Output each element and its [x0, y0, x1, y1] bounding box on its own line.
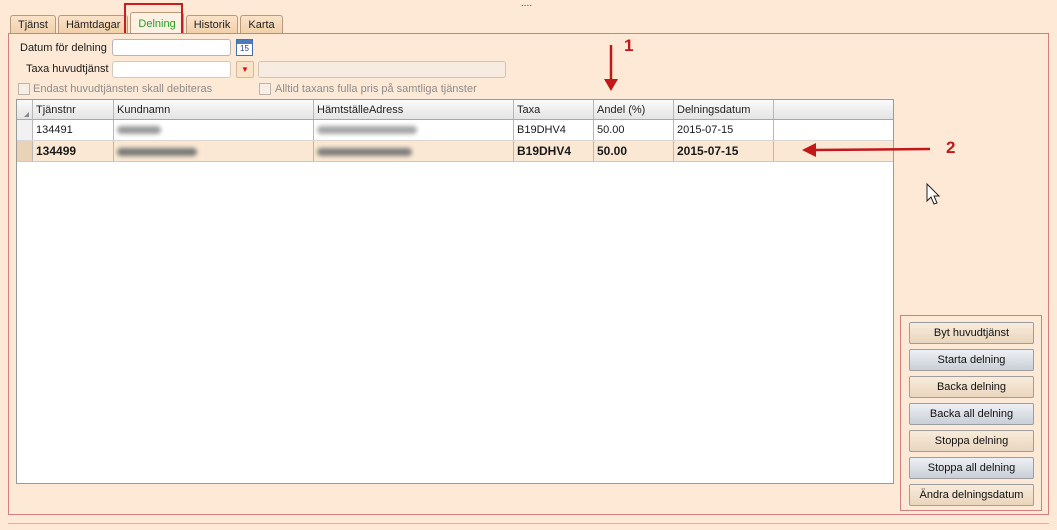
- cell-andel: 50.00: [594, 141, 674, 161]
- table-row[interactable]: 134499 B19DHV4 50.00 2015-07-15: [17, 141, 893, 162]
- window-grip: ....: [521, 0, 533, 9]
- tab-hamtdagar[interactable]: Hämtdagar: [57, 15, 129, 34]
- starta-delning-button[interactable]: Starta delning: [909, 349, 1034, 371]
- grid-header: Tjänstnr Kundnamn HämtställeAdress Taxa …: [17, 100, 893, 120]
- col-kundnamn[interactable]: Kundnamn: [114, 100, 314, 119]
- fulla-pris-checkbox[interactable]: [259, 83, 271, 95]
- cell-delningsdatum: 2015-07-15: [674, 120, 774, 140]
- datum-input[interactable]: [112, 39, 231, 56]
- annotation-number-1: 1: [624, 36, 634, 55]
- tab-delning[interactable]: Delning: [130, 12, 184, 34]
- col-andel[interactable]: Andel (%): [594, 100, 674, 119]
- byt-huvudtjanst-button[interactable]: Byt huvudtjänst: [909, 322, 1034, 344]
- cell-adress-redacted: [314, 120, 514, 140]
- endast-huvudtjanst-label: Endast huvudtjänsten skall debiteras: [33, 83, 213, 95]
- col-taxa[interactable]: Taxa: [514, 100, 594, 119]
- cell-taxa: B19DHV4: [514, 120, 594, 140]
- cell-andel: 50.00: [594, 120, 674, 140]
- col-tjanstnr[interactable]: Tjänstnr: [33, 100, 114, 119]
- tab-bar: Tjänst Hämtdagar Delning Historik Karta: [10, 12, 285, 34]
- stoppa-all-delning-button[interactable]: Stoppa all delning: [909, 457, 1034, 479]
- tab-karta[interactable]: Karta: [240, 15, 283, 34]
- row-header[interactable]: [17, 120, 33, 140]
- tab-historik[interactable]: Historik: [185, 15, 239, 34]
- bottom-divider: [8, 523, 1049, 524]
- delning-grid: Tjänstnr Kundnamn HämtställeAdress Taxa …: [16, 99, 894, 484]
- datum-label: Datum för delning: [20, 42, 107, 54]
- taxa-dropdown-button[interactable]: ▼: [236, 61, 254, 78]
- table-row[interactable]: 134491 B19DHV4 50.00 2015-07-15: [17, 120, 893, 141]
- backa-delning-button[interactable]: Backa delning: [909, 376, 1034, 398]
- calendar-icon[interactable]: 15: [236, 39, 253, 56]
- backa-all-delning-button[interactable]: Backa all delning: [909, 403, 1034, 425]
- chevron-down-icon: ▼: [241, 65, 249, 74]
- taxa-select[interactable]: [112, 61, 231, 78]
- col-delningsdatum[interactable]: Delningsdatum: [674, 100, 774, 119]
- cell-delningsdatum: 2015-07-15: [674, 141, 774, 161]
- grid-corner[interactable]: [17, 100, 33, 120]
- cell-kundnamn-redacted: [114, 120, 314, 140]
- cell-kundnamn-redacted: [114, 141, 314, 161]
- fulla-pris-label: Alltid taxans fulla pris på samtliga tjä…: [275, 83, 477, 95]
- andra-delningsdatum-button[interactable]: Ändra delningsdatum: [909, 484, 1034, 506]
- cell-tjanstnr: 134499: [33, 141, 114, 161]
- tab-tjanst[interactable]: Tjänst: [10, 15, 56, 34]
- row-header[interactable]: [17, 141, 33, 161]
- annotation-number-2: 2: [946, 138, 956, 157]
- cell-taxa: B19DHV4: [514, 141, 594, 161]
- cell-adress-redacted: [314, 141, 514, 161]
- col-adress[interactable]: HämtställeAdress: [314, 100, 514, 119]
- stoppa-delning-button[interactable]: Stoppa delning: [909, 430, 1034, 452]
- endast-huvudtjanst-checkbox[interactable]: [18, 83, 30, 95]
- taxa-description-field: [258, 61, 506, 78]
- action-buttons-group: Byt huvudtjänst Starta delning Backa del…: [900, 315, 1042, 511]
- cell-tjanstnr: 134491: [33, 120, 114, 140]
- taxa-label: Taxa huvudtjänst: [26, 63, 109, 75]
- calendar-day: 15: [240, 44, 249, 53]
